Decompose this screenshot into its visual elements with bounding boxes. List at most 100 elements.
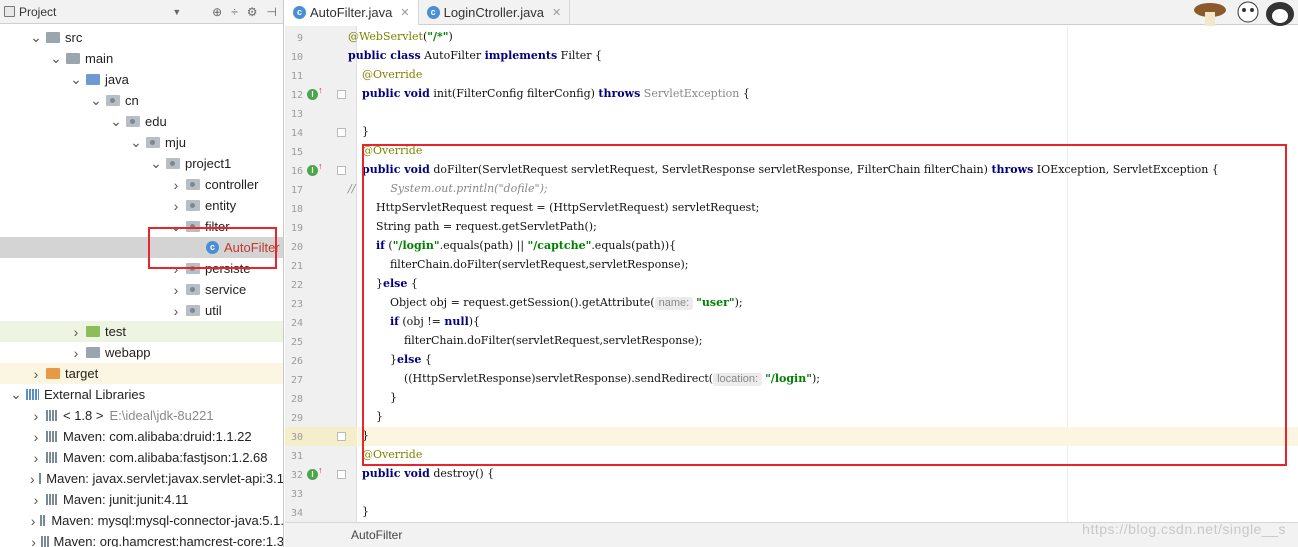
code-line[interactable]: public void init(FilterConfig filterConf… bbox=[348, 87, 750, 100]
jar-icon bbox=[46, 410, 58, 421]
gear-icon[interactable]: ⚙ bbox=[247, 5, 258, 19]
chevron-right-icon[interactable]: › bbox=[30, 450, 42, 466]
package-icon bbox=[186, 305, 200, 316]
fold-marker-icon[interactable] bbox=[337, 432, 346, 441]
tree-item-label: Maven: com.alibaba:druid:1.1.22 bbox=[63, 429, 252, 444]
chevron-right-icon[interactable]: › bbox=[30, 366, 42, 382]
jar-icon bbox=[46, 431, 58, 442]
fold-marker-icon[interactable] bbox=[337, 166, 346, 175]
tree-item[interactable]: ⌄ External Libraries bbox=[0, 384, 283, 405]
hide-panel-icon[interactable]: ⊣ bbox=[267, 5, 277, 19]
code-line[interactable]: @WebServlet("/*") bbox=[348, 30, 453, 43]
code-line[interactable]: } bbox=[348, 125, 369, 138]
close-icon[interactable]: ✕ bbox=[400, 6, 409, 19]
fold-marker-icon[interactable] bbox=[337, 470, 346, 479]
implement-method-icon[interactable]: I bbox=[307, 89, 318, 100]
folder-icon bbox=[46, 32, 60, 43]
package-icon bbox=[126, 116, 140, 127]
package-icon bbox=[186, 284, 200, 295]
tree-item-label: target bbox=[65, 366, 99, 381]
chevron-right-icon[interactable]: › bbox=[170, 198, 182, 214]
tree-item[interactable]: › Maven: com.alibaba:fastjson:1.2.68 bbox=[0, 447, 283, 468]
tree-item[interactable]: › < 1.8 > E:\ideal\jdk-8u221 bbox=[0, 405, 283, 426]
tree-item[interactable]: ⌄ project1 bbox=[0, 153, 283, 174]
tab-label: LoginCtroller.java bbox=[443, 5, 545, 20]
tree-item[interactable]: › service bbox=[0, 279, 283, 300]
tree-item[interactable]: › entity bbox=[0, 195, 283, 216]
implement-method-icon[interactable]: I bbox=[307, 165, 318, 176]
project-panel-title: Project bbox=[19, 4, 57, 19]
close-icon[interactable]: ✕ bbox=[552, 6, 561, 19]
tree-item[interactable]: › Maven: junit:junit:4.11 bbox=[0, 489, 283, 510]
tree-item[interactable]: › util bbox=[0, 300, 283, 321]
chevron-down-icon[interactable]: ⌄ bbox=[30, 29, 42, 46]
implement-method-icon[interactable]: I bbox=[307, 469, 318, 480]
tree-item-label: src bbox=[65, 30, 83, 45]
breadcrumb[interactable]: AutoFilter bbox=[351, 528, 402, 542]
tree-item[interactable]: ⌄ mju bbox=[0, 132, 283, 153]
chevron-right-icon[interactable]: › bbox=[70, 324, 82, 340]
line-number: 33 bbox=[290, 489, 303, 500]
project-view-selector[interactable]: Project ▼ bbox=[4, 5, 212, 19]
chevron-down-icon[interactable]: ⌄ bbox=[130, 134, 142, 151]
fold-marker-icon[interactable] bbox=[337, 128, 346, 137]
tree-item[interactable]: › Maven: org.hamcrest:hamcrest-core:1.3 bbox=[0, 531, 283, 547]
chevron-right-icon[interactable]: › bbox=[30, 471, 35, 487]
folder-icon bbox=[86, 347, 100, 358]
tree-item[interactable]: ⌄ main bbox=[0, 48, 283, 69]
tab-autofilter[interactable]: c AutoFilter.java ✕ bbox=[285, 0, 419, 25]
chevron-down-icon[interactable]: ⌄ bbox=[10, 386, 22, 403]
chevron-right-icon[interactable]: › bbox=[30, 492, 42, 508]
collapse-all-icon[interactable]: ÷ bbox=[231, 5, 238, 19]
chevron-right-icon[interactable]: › bbox=[30, 429, 42, 445]
chevron-right-icon[interactable]: › bbox=[30, 534, 37, 547]
chevron-down-icon[interactable]: ▼ bbox=[172, 7, 181, 17]
chevron-right-icon[interactable]: › bbox=[170, 303, 182, 319]
tree-item[interactable]: ⌄ src bbox=[0, 27, 283, 48]
tree-item[interactable]: › target bbox=[0, 363, 283, 384]
chevron-right-icon[interactable]: › bbox=[30, 408, 42, 424]
chevron-right-icon[interactable]: › bbox=[70, 345, 82, 361]
override-arrow-icon: ↑ bbox=[318, 161, 323, 171]
project-panel: Project ▼ ⊕ ÷ ⚙ ⊣ ⌄ src ⌄ main ⌄ java ⌄ cn ⌄ edu ⌄… bbox=[0, 0, 284, 547]
line-number: 11 bbox=[290, 71, 303, 82]
line-number: 31 bbox=[290, 451, 303, 462]
chevron-down-icon[interactable]: ⌄ bbox=[150, 155, 162, 172]
tree-item-path: E:\ideal\jdk-8u221 bbox=[109, 408, 214, 423]
chevron-right-icon[interactable]: › bbox=[170, 177, 182, 193]
locate-icon[interactable]: ⊕ bbox=[212, 5, 222, 19]
code-line[interactable]: public void destroy() { bbox=[348, 467, 494, 480]
fold-marker-icon[interactable] bbox=[337, 90, 346, 99]
chevron-down-icon[interactable]: ⌄ bbox=[50, 50, 62, 67]
tree-item[interactable]: › webapp bbox=[0, 342, 283, 363]
package-icon bbox=[146, 137, 160, 148]
line-number: 23 bbox=[290, 299, 303, 310]
tree-item[interactable]: › Maven: com.alibaba:druid:1.1.22 bbox=[0, 426, 283, 447]
chevron-right-icon[interactable]: › bbox=[170, 282, 182, 298]
jar-icon bbox=[38, 473, 42, 484]
code-highlight-box bbox=[362, 144, 1287, 466]
folder-icon bbox=[66, 53, 80, 64]
chevron-down-icon[interactable]: ⌄ bbox=[110, 113, 122, 130]
tab-loginctroller[interactable]: c LoginCtroller.java ✕ bbox=[419, 0, 571, 25]
tree-item[interactable]: › test bbox=[0, 321, 283, 342]
code-line[interactable]: public class AutoFilter implements Filte… bbox=[348, 49, 602, 62]
code-line[interactable]: } bbox=[348, 505, 369, 518]
tree-item[interactable]: ⌄ edu bbox=[0, 111, 283, 132]
chevron-right-icon[interactable]: › bbox=[30, 513, 36, 529]
tree-item[interactable]: ⌄ cn bbox=[0, 90, 283, 111]
project-icon bbox=[4, 6, 15, 17]
package-icon bbox=[106, 95, 120, 106]
chevron-down-icon[interactable]: ⌄ bbox=[70, 71, 82, 88]
line-number: 9 bbox=[296, 33, 303, 44]
chevron-down-icon[interactable]: ⌄ bbox=[90, 92, 102, 109]
override-arrow-icon: ↑ bbox=[318, 85, 323, 95]
tree-item-label: External Libraries bbox=[44, 387, 146, 402]
tree-item[interactable]: ⌄ java bbox=[0, 69, 283, 90]
tree-item[interactable]: › Maven: mysql:mysql-connector-java:5.1. bbox=[0, 510, 283, 531]
tree-item[interactable]: › controller bbox=[0, 174, 283, 195]
tree-item-label: Maven: junit:junit:4.11 bbox=[63, 492, 189, 507]
line-number: 19 bbox=[290, 223, 303, 234]
code-line[interactable]: @Override bbox=[348, 68, 422, 81]
tree-item[interactable]: › Maven: javax.servlet:javax.servlet-api:… bbox=[0, 468, 283, 489]
